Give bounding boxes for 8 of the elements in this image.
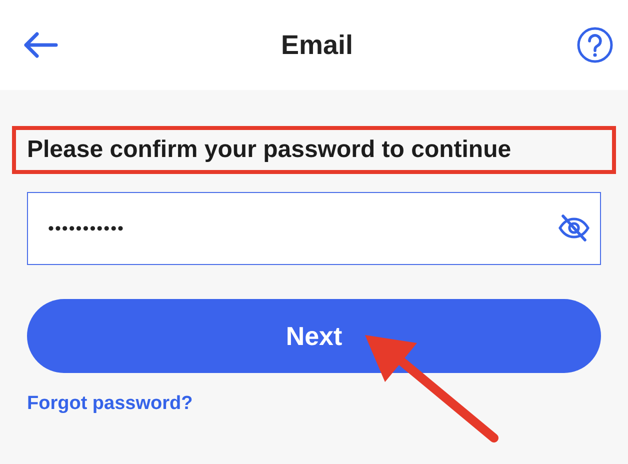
forgot-password-link[interactable]: Forgot password? xyxy=(27,393,193,415)
screen-title: Email xyxy=(280,30,354,60)
help-button[interactable] xyxy=(576,26,614,64)
password-field[interactable]: ••••••••••• xyxy=(27,192,601,265)
highlighted-prompt: Please confirm your password to continue xyxy=(12,126,616,174)
hide-password-icon[interactable] xyxy=(557,213,591,243)
back-button[interactable] xyxy=(22,31,58,59)
next-button[interactable]: Next xyxy=(27,299,601,373)
